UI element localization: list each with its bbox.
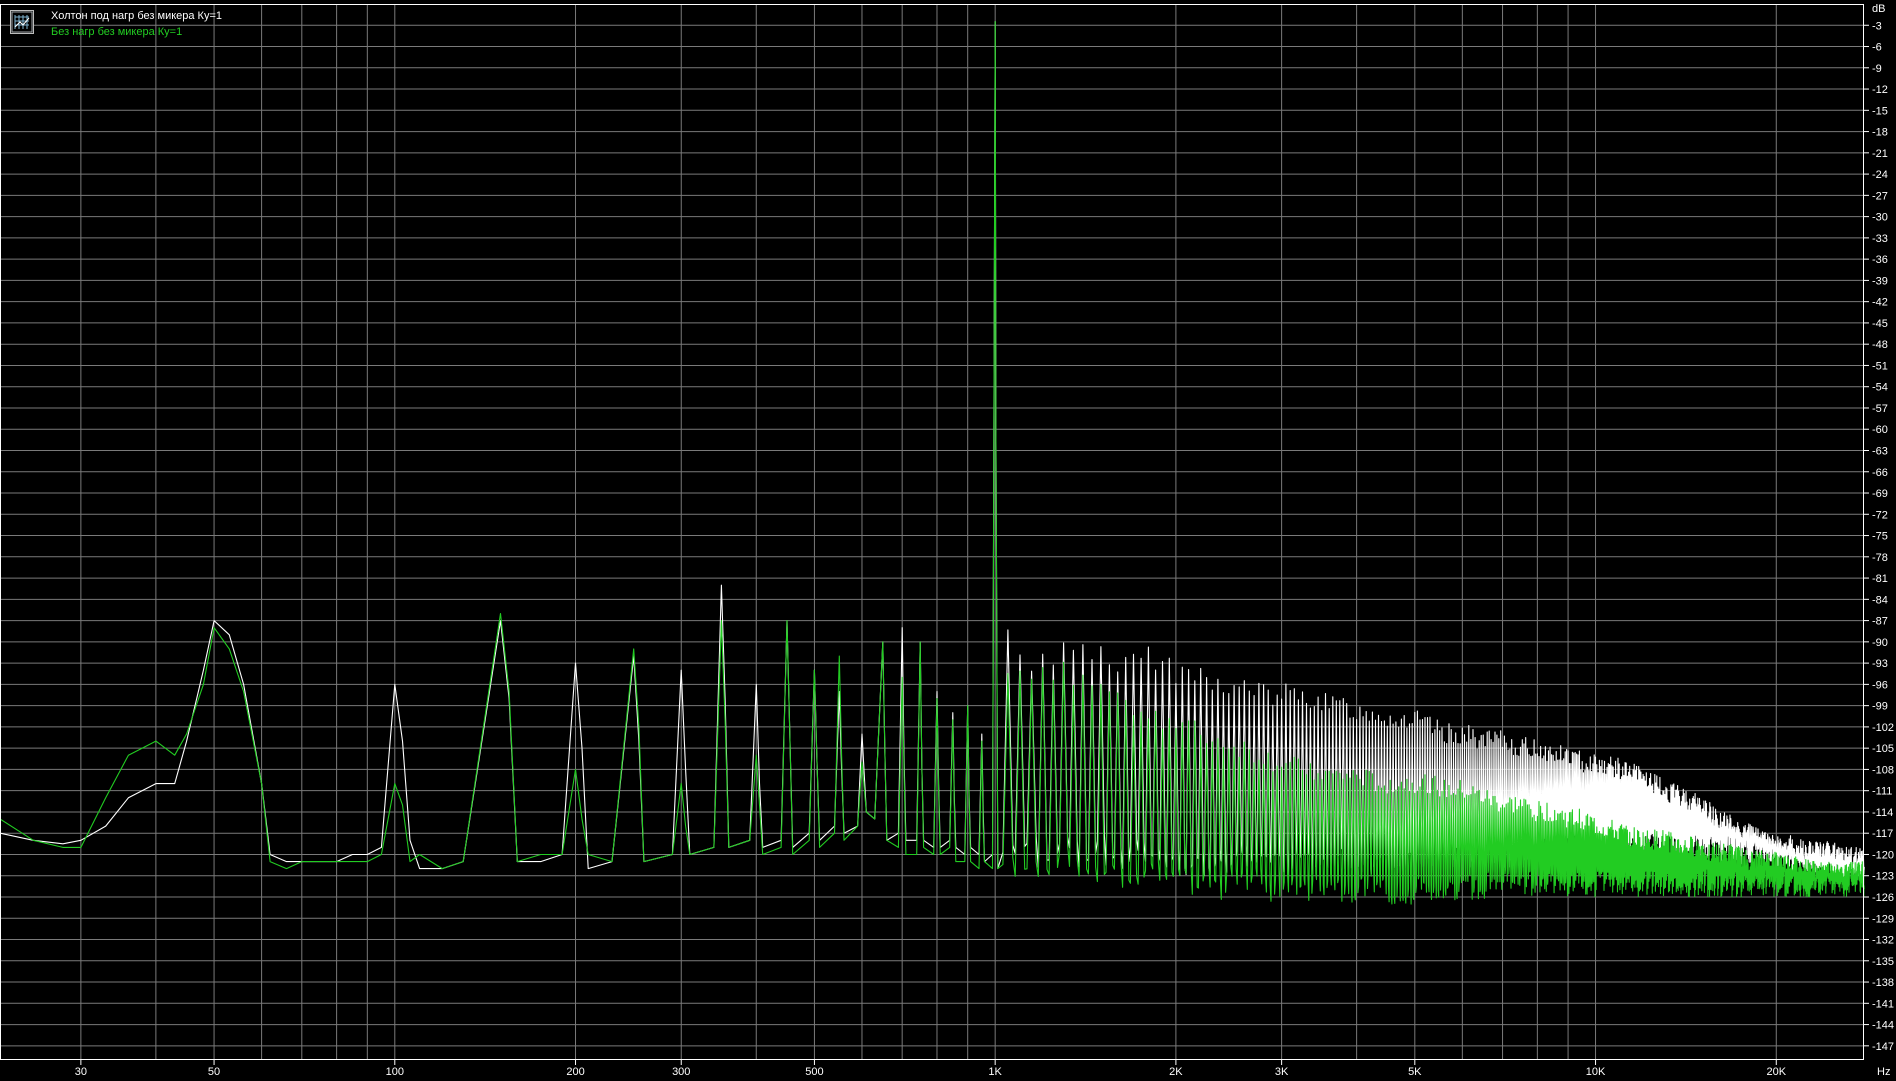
- y-tick-label: -21: [1872, 148, 1888, 160]
- y-tick-label: -105: [1872, 743, 1894, 755]
- x-tick-label: 5K: [1408, 1066, 1422, 1078]
- y-tick-label: -141: [1872, 998, 1894, 1010]
- y-tick-label: -27: [1872, 190, 1888, 202]
- y-tick-label: -36: [1872, 254, 1888, 266]
- x-tick-label: 30: [75, 1066, 87, 1078]
- x-tick-label: 300: [672, 1066, 690, 1078]
- legend-entry-series-2: Без нагр без микера Ку=1: [51, 26, 183, 38]
- analyzer-icon[interactable]: [10, 10, 34, 34]
- y-tick-label: -132: [1872, 935, 1894, 947]
- x-tick-label: 50: [208, 1066, 220, 1078]
- y-tick-label: -69: [1872, 488, 1888, 500]
- x-tick-label: 20K: [1766, 1066, 1786, 1078]
- series-line-1: [0, 21, 1865, 882]
- grid: [0, 4, 1864, 1060]
- y-tick-label: -75: [1872, 531, 1888, 543]
- spectrum-plot: -3 -6 -9 -12 -15 -18 -21 -24 -27 -30 -33 -36 -39 -42 -…: [0, 3, 1894, 1078]
- y-tick-label: -90: [1872, 637, 1888, 649]
- y-tick-label: -60: [1872, 424, 1888, 436]
- y-tick-label: -24: [1872, 169, 1888, 181]
- y-tick-label: -39: [1872, 275, 1888, 287]
- x-tick-label: 2K: [1169, 1066, 1183, 1078]
- x-tick-label: 10K: [1586, 1066, 1606, 1078]
- y-tick-label: -54: [1872, 382, 1888, 394]
- y-tick-label: -66: [1872, 467, 1888, 479]
- y-tick-label: -120: [1872, 849, 1894, 861]
- y-tick-label: -138: [1872, 977, 1894, 989]
- y-tick-label: -81: [1872, 573, 1888, 585]
- y-tick-label: -147: [1872, 1041, 1894, 1053]
- y-tick-label: -6: [1872, 42, 1882, 54]
- y-tick-label: -57: [1872, 403, 1888, 415]
- y-tick-label: -135: [1872, 956, 1894, 968]
- y-tick-label: -129: [1872, 913, 1894, 925]
- y-tick-label: -123: [1872, 871, 1894, 883]
- y-tick-label: -45: [1872, 318, 1888, 330]
- y-tick-label: -144: [1872, 1020, 1894, 1032]
- y-tick-label: -126: [1872, 892, 1894, 904]
- y-tick-label: -78: [1872, 552, 1888, 564]
- y-tick-label: -9: [1872, 63, 1882, 75]
- legend-entry-series-1: Холтон под нагр без микера Ку=1: [51, 10, 223, 22]
- y-tick-label: -42: [1872, 297, 1888, 309]
- y-tick-label: -63: [1872, 445, 1888, 457]
- y-tick-label: -3: [1872, 20, 1882, 32]
- x-tick-label: 100: [386, 1066, 404, 1078]
- x-tick-label: 3K: [1275, 1066, 1289, 1078]
- x-tick-label: 500: [805, 1066, 823, 1078]
- y-tick-label: -117: [1872, 828, 1893, 840]
- y-tick-label: -108: [1872, 764, 1894, 776]
- y-tick-label: -114: [1872, 807, 1893, 819]
- series-layer: [0, 21, 1865, 905]
- y-tick-label: -18: [1872, 127, 1888, 139]
- y-tick-label: -30: [1872, 212, 1888, 224]
- y-tick-label: -111: [1872, 786, 1892, 798]
- plot-frame: [0, 4, 1864, 1060]
- y-tick-label: -87: [1872, 616, 1888, 628]
- x-tick-label: 200: [566, 1066, 584, 1078]
- y-tick-label: -93: [1872, 658, 1888, 670]
- y-unit-label: dB: [1872, 3, 1885, 15]
- y-tick-label: -51: [1872, 360, 1888, 372]
- y-tick-label: -48: [1872, 339, 1888, 351]
- y-tick-label: -96: [1872, 679, 1888, 691]
- spectrum-chart: -3 -6 -9 -12 -15 -18 -21 -24 -27 -30 -33 -36 -39 -42 -…: [0, 0, 1896, 1081]
- y-tick-label: -15: [1872, 105, 1888, 117]
- y-tick-label: -84: [1872, 594, 1888, 606]
- y-tick-label: -12: [1872, 84, 1888, 96]
- x-tick-label: 1K: [988, 1066, 1002, 1078]
- axes: -3 -6 -9 -12 -15 -18 -21 -24 -27 -30 -33 -36 -39 -42 -…: [0, 3, 1894, 1078]
- y-tick-label: -33: [1872, 233, 1888, 245]
- y-tick-label: -102: [1872, 722, 1894, 734]
- x-unit-label: Hz: [1877, 1066, 1890, 1078]
- y-tick-label: -72: [1872, 509, 1888, 521]
- y-tick-label: -99: [1872, 701, 1888, 713]
